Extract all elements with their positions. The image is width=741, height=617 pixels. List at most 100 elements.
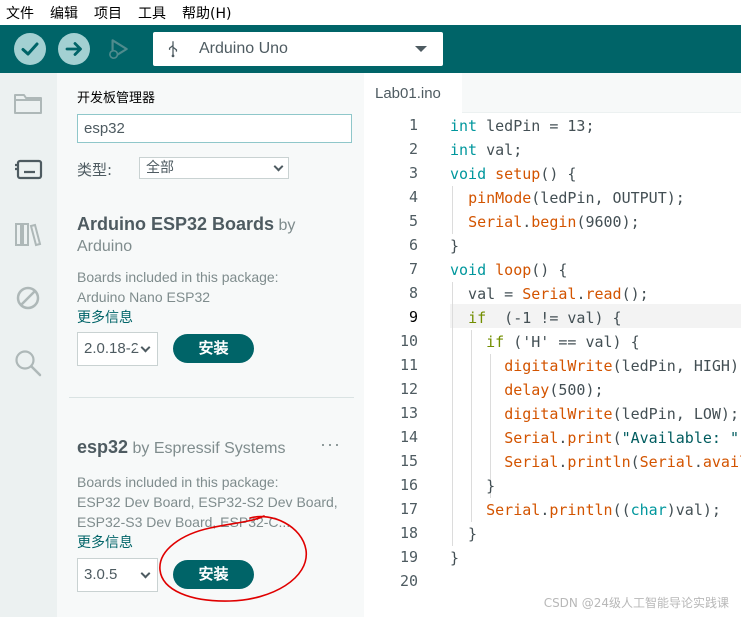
line-number: 6	[408, 236, 418, 254]
board-card-arduino-esp32: Arduino ESP32 Boards by Arduino Boards i…	[77, 213, 357, 327]
menu-project[interactable]: 项目	[86, 3, 130, 23]
version-select[interactable]: 2.0.18-2	[77, 332, 158, 366]
line-number: 5	[408, 212, 418, 230]
board-manager-button[interactable]	[10, 150, 46, 186]
board-name: Arduino Uno	[199, 40, 288, 57]
code-line: }	[450, 477, 496, 495]
version-value: 2.0.18-2	[84, 340, 140, 357]
debug-panel-button[interactable]	[10, 280, 46, 316]
debug-icon	[16, 286, 40, 310]
menu-help[interactable]: 帮助(H)	[174, 3, 239, 23]
board-manager-icon	[15, 159, 43, 180]
search-button[interactable]	[10, 345, 46, 381]
board-manager-panel: 开发板管理器 esp32 类型: 全部 Arduino ESP32 Boards…	[57, 73, 364, 617]
line-gutter: 1 2 3 4 5 6 7 8 9 10 11 12 13 14 15 16 1…	[364, 114, 450, 617]
board-package-author: Espressif Systems	[153, 440, 286, 457]
code-line: int val;	[450, 141, 523, 159]
code-line: Serial.begin(9600);	[468, 213, 640, 231]
code-line: Serial.print("Available: ");	[504, 429, 741, 447]
code-line: val = Serial.read();	[450, 285, 649, 303]
line-number: 12	[399, 380, 418, 398]
board-search-input[interactable]: esp32	[77, 114, 352, 143]
menu-edit[interactable]: 编辑	[42, 3, 86, 23]
activity-bar	[0, 73, 57, 617]
line-number: 8	[408, 284, 418, 302]
arrow-right-icon	[65, 42, 82, 56]
line-number: 20	[399, 572, 418, 590]
line-number: 17	[399, 500, 418, 518]
usb-icon	[167, 40, 187, 58]
folder-icon	[14, 94, 42, 114]
code-line: if ('H' == val) {	[486, 333, 640, 351]
debug-play-icon	[109, 39, 128, 60]
line-number: 16	[399, 476, 418, 494]
code-line: int ledPin = 13;	[450, 117, 595, 135]
line-number: 13	[399, 404, 418, 422]
annotation-circle	[159, 515, 307, 602]
chevron-down-icon	[140, 568, 151, 579]
code-line: if (-1 != val) {	[468, 309, 622, 327]
panel-title: 开发板管理器	[77, 91, 156, 106]
verify-button[interactable]	[14, 33, 46, 65]
toolbar: Arduino Uno	[0, 25, 741, 73]
version-select[interactable]: 3.0.5	[77, 558, 158, 592]
line-number: 11	[399, 356, 418, 374]
type-filter-select[interactable]: 全部	[139, 157, 289, 179]
code-line: }	[450, 525, 478, 543]
chevron-down-icon	[273, 161, 284, 172]
line-number: 15	[399, 452, 418, 470]
more-options-icon[interactable]: ···	[320, 434, 341, 455]
version-value: 3.0.5	[84, 566, 118, 583]
chevron-down-icon	[140, 342, 151, 353]
code-line: digitalWrite(ledPin, LOW);	[504, 405, 739, 423]
line-number: 4	[408, 188, 418, 206]
code-line: Serial.println((char)val);	[486, 501, 721, 519]
menu-tools[interactable]: 工具	[130, 3, 174, 23]
board-package-desc-prefix: Boards included in this package:	[77, 269, 279, 285]
menu-bar: 文件 编辑 项目 工具 帮助(H)	[0, 0, 741, 25]
code-line: pinMode(ledPin, OUTPUT);	[468, 189, 685, 207]
line-number: 1	[408, 116, 418, 134]
line-number: 7	[408, 260, 418, 278]
code-editor: Lab01.ino 1 2 3 4 5 6 7 8 9 10 11 12 13 …	[364, 73, 741, 617]
line-number: 19	[399, 548, 418, 566]
library-manager-button[interactable]	[10, 216, 46, 252]
sketchbook-button[interactable]	[10, 85, 46, 121]
board-package-name: Arduino ESP32 Boards	[77, 214, 275, 234]
type-filter-value: 全部	[146, 160, 174, 176]
watermark: CSDN @24级人工智能导论实践课	[543, 596, 729, 610]
upload-button[interactable]	[58, 33, 90, 65]
search-icon	[15, 350, 42, 377]
line-number: 3	[408, 164, 418, 182]
tab-strip: Lab01.ino	[364, 73, 741, 114]
caret-down-icon	[415, 46, 427, 52]
code-line: void setup() {	[450, 165, 577, 183]
line-number: 18	[399, 524, 418, 542]
card-divider	[69, 397, 354, 398]
code-area[interactable]: int ledPin = 13; int val; void setup() { p…	[450, 114, 741, 617]
debug-button[interactable]	[102, 33, 134, 65]
board-selector[interactable]: Arduino Uno	[153, 32, 443, 66]
board-package-by: by	[278, 217, 296, 234]
code-line: void loop() {	[450, 261, 568, 279]
code-line: }	[450, 549, 460, 567]
board-package-author: Arduino	[77, 238, 133, 255]
code-line: digitalWrite(ledPin, HIGH);	[504, 357, 741, 375]
checkmark-icon	[21, 42, 39, 56]
more-info-link[interactable]: 更多信息	[77, 307, 357, 327]
board-package-name: esp32	[77, 437, 129, 457]
type-filter-label: 类型:	[77, 161, 113, 179]
library-icon	[15, 223, 42, 247]
board-package-desc-prefix: Boards included in this package:	[77, 474, 279, 490]
code-line: }	[450, 237, 460, 255]
line-number: 14	[399, 428, 418, 446]
code-line: delay(500);	[504, 381, 604, 399]
code-line: Serial.println(Serial.available());	[504, 453, 741, 471]
line-number-current: 9	[408, 308, 418, 326]
install-button[interactable]: 安装	[173, 334, 254, 363]
line-number: 2	[408, 140, 418, 158]
line-number: 10	[399, 332, 418, 350]
board-package-by: by	[132, 440, 150, 457]
menu-file[interactable]: 文件	[0, 3, 42, 23]
tab-lab01[interactable]: Lab01.ino	[364, 73, 462, 114]
